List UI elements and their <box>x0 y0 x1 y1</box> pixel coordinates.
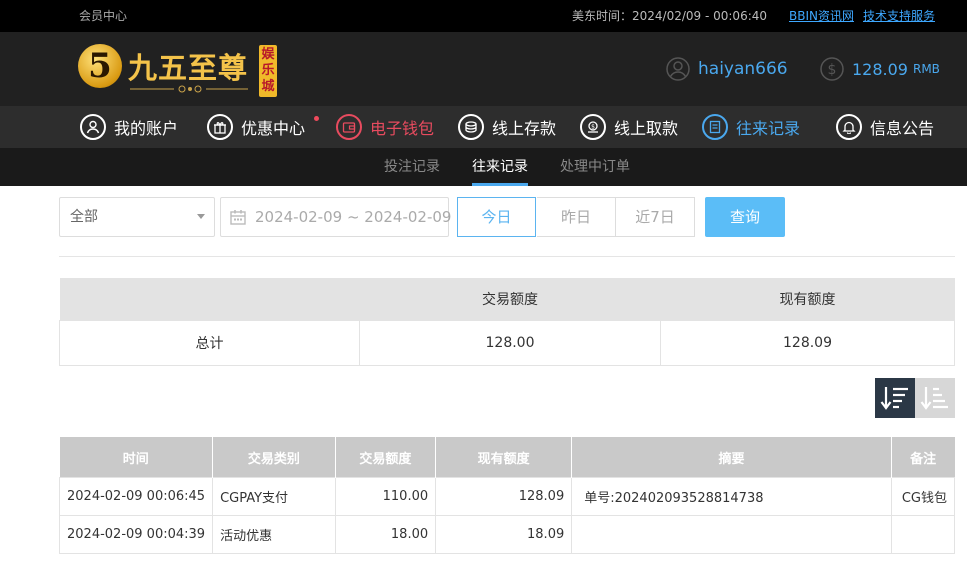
user-icon <box>666 57 690 81</box>
cell-type: 活动优惠 <box>212 515 336 554</box>
cell-remark <box>890 515 956 554</box>
logo-title: 九五至尊 <box>128 51 249 85</box>
records-header-row: 时间 交易类别 交易额度 现有额度 摘要 备注 <box>59 437 955 478</box>
tech-support-link[interactable]: 技术支持服务 <box>863 7 935 24</box>
cell-time: 2024-02-09 00:06:45 <box>58 477 214 516</box>
preset-yesterday-button[interactable]: 昨日 <box>537 197 616 237</box>
summary-table: 交易额度 现有额度 总计 128.00 128.09 <box>59 278 955 366</box>
nav-label: 往来记录 <box>736 119 801 138</box>
chevron-down-icon <box>197 214 205 219</box>
sort-desc-icon <box>880 387 908 410</box>
svg-text:$: $ <box>828 62 837 78</box>
logo-stamp: 娱乐城 <box>259 45 277 97</box>
nav-label: 我的账户 <box>114 119 179 138</box>
select-value: 全部 <box>70 209 98 225</box>
dollar-icon: $ <box>820 57 844 81</box>
svg-text:$: $ <box>591 124 595 131</box>
nav-label: 优惠中心 <box>241 119 306 138</box>
preset-today-button[interactable]: 今日 <box>457 197 536 237</box>
nav-promotions[interactable]: 优惠中心 <box>207 113 319 141</box>
nav-transaction-records[interactable]: 往来记录 <box>702 113 800 141</box>
preset-7days-button[interactable]: 近7日 <box>616 197 695 237</box>
cell-remark: CG钱包 <box>890 477 956 516</box>
column-header-type: 交易类别 <box>212 437 336 478</box>
deposit-icon <box>458 114 484 140</box>
cell-balance: 128.09 <box>435 477 573 516</box>
account-balance: $ 128.09 RMB <box>820 56 940 82</box>
date-range-value: 2024-02-09 ~ 2024-02-09 <box>255 208 452 226</box>
calendar-icon <box>230 210 246 225</box>
nav-my-account[interactable]: 我的账户 <box>80 113 178 141</box>
records-table: 时间 交易类别 交易额度 现有额度 摘要 备注 2024-02-09 00:06… <box>58 437 956 554</box>
user-profile[interactable]: haiyan666 <box>666 56 788 82</box>
nav-online-withdrawal[interactable]: $ 线上取款 <box>580 113 678 141</box>
sort-descending-button[interactable] <box>875 378 915 418</box>
table-row: 2024-02-09 00:04:39 活动优惠 18.00 18.09 <box>58 515 956 554</box>
logo-ornament <box>130 85 248 93</box>
nav-label: 线上取款 <box>614 119 679 138</box>
summary-header-cell: 交易额度 <box>359 278 661 321</box>
tab-bet-records[interactable]: 投注记录 <box>384 148 440 186</box>
divider <box>59 256 955 257</box>
nav-label: 电子钱包 <box>370 119 435 138</box>
balance-amount: 128.09 <box>852 59 908 79</box>
summary-header-cell: 现有额度 <box>660 278 955 321</box>
table-row: 2024-02-09 00:06:45 CGPAY支付 110.00 128.0… <box>58 477 956 516</box>
wallet-icon <box>336 114 362 140</box>
summary-header-cell <box>59 278 360 321</box>
nav-e-wallet[interactable]: 电子钱包 <box>336 113 434 141</box>
cell-summary: 单号:202402093528814738 <box>571 477 892 516</box>
cell-time: 2024-02-09 00:04:39 <box>58 515 214 554</box>
tab-transaction-records[interactable]: 往来记录 <box>472 148 528 186</box>
eastern-time-label: 美东时间：2024/02/09 - 00:06:40 <box>572 9 768 23</box>
column-header-amount: 交易额度 <box>335 437 437 478</box>
main-nav: 我的账户 优惠中心 电子钱包 线上存款 $ 线上取款 往来记录 信息公告 <box>0 106 967 148</box>
balance-currency: RMB <box>912 62 940 76</box>
account-icon <box>80 114 106 140</box>
column-header-time: 时间 <box>59 437 214 478</box>
column-header-summary: 摘要 <box>571 437 892 478</box>
date-range-picker[interactable]: 2024-02-09 ~ 2024-02-09 <box>220 197 452 237</box>
column-header-balance: 现有额度 <box>435 437 573 478</box>
transaction-type-select[interactable]: 全部 <box>59 197 215 237</box>
member-center-label: 会员中心 <box>79 9 128 23</box>
site-logo[interactable]: 5 九五至尊 娱乐城 <box>78 42 283 98</box>
bell-icon <box>836 114 862 140</box>
notification-dot <box>314 116 319 121</box>
header: 5 九五至尊 娱乐城 haiyan666 $ 128.09 RMB <box>0 32 967 106</box>
nav-announcements[interactable]: 信息公告 <box>836 113 934 141</box>
withdraw-icon: $ <box>580 114 606 140</box>
cell-type: CGPAY支付 <box>212 477 336 516</box>
gift-icon <box>207 114 233 140</box>
summary-cell: 128.00 <box>359 320 661 366</box>
sort-asc-icon <box>920 387 948 410</box>
summary-cell: 总计 <box>59 320 360 366</box>
column-header-remark: 备注 <box>891 437 955 478</box>
records-icon <box>702 114 728 140</box>
summary-total-row: 总计 128.00 128.09 <box>59 320 955 366</box>
cell-amount: 110.00 <box>334 477 437 516</box>
bbin-info-link[interactable]: BBIN资讯网 <box>789 7 854 24</box>
username: haiyan666 <box>698 59 788 79</box>
nav-label: 线上存款 <box>492 119 557 138</box>
summary-cell: 128.09 <box>660 320 955 366</box>
summary-header-row: 交易额度 现有额度 <box>59 278 955 321</box>
cell-summary <box>571 515 892 554</box>
nav-label: 信息公告 <box>870 119 935 138</box>
nav-online-deposit[interactable]: 线上存款 <box>458 113 556 141</box>
cell-amount: 18.00 <box>334 515 437 554</box>
logo-mark: 5 <box>78 44 122 88</box>
cell-balance: 18.09 <box>435 515 573 554</box>
query-button[interactable]: 查询 <box>705 197 785 237</box>
top-bar: 会员中心 美东时间：2024/02/09 - 00:06:40 BBIN资讯网 … <box>0 0 967 32</box>
tab-pending-orders[interactable]: 处理中订单 <box>560 148 630 186</box>
sub-nav: 投注记录 往来记录 处理中订单 <box>0 148 967 186</box>
sort-ascending-button[interactable] <box>915 378 955 418</box>
